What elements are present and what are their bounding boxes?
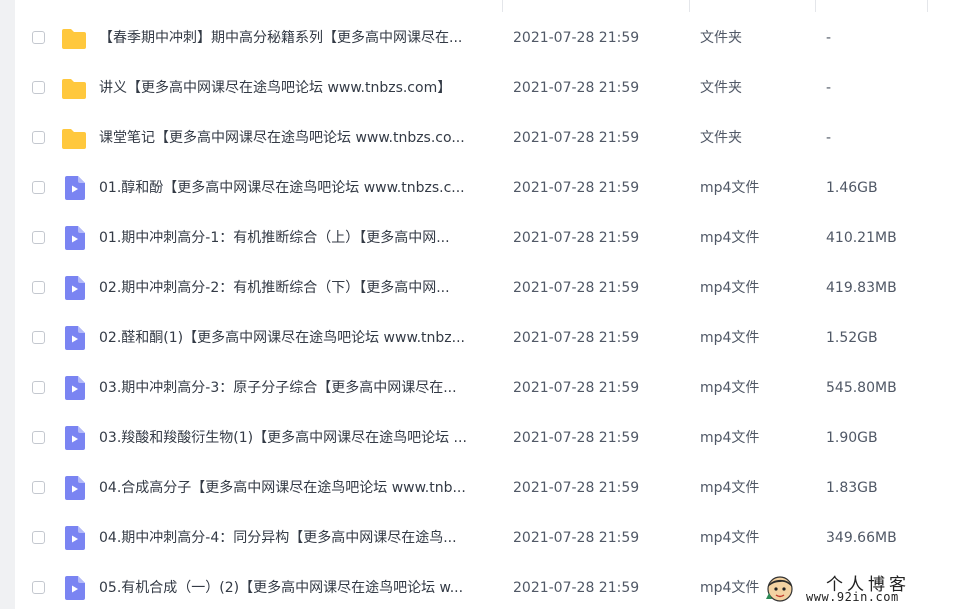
folder-icon: [62, 129, 86, 149]
file-date: 2021-07-28 21:59: [513, 530, 640, 546]
row-checkbox[interactable]: [32, 131, 45, 144]
file-type: mp4文件: [700, 280, 760, 296]
file-list-panel: 【春季期中冲刺】期中高分秘籍系列【更多高中网课尽在... 2021-07-28 …: [15, 0, 957, 609]
file-name[interactable]: 01.醇和酚【更多高中网课尽在途鸟吧论坛 www.tnbzs.c...: [99, 163, 489, 213]
file-date: 2021-07-28 21:59: [513, 280, 640, 296]
file-type: mp4文件: [700, 430, 760, 446]
file-type: mp4文件: [700, 530, 760, 546]
file-size: 419.83MB: [826, 280, 897, 296]
row-checkbox[interactable]: [32, 581, 45, 594]
file-date: 2021-07-28 21:59: [513, 430, 640, 446]
file-date: 2021-07-28 21:59: [513, 130, 640, 146]
file-date: 2021-07-28 21:59: [513, 330, 640, 346]
video-file-icon: [65, 276, 85, 300]
file-date: 2021-07-28 21:59: [513, 580, 640, 596]
file-size: -: [826, 30, 832, 46]
file-type: 文件夹: [700, 80, 742, 96]
video-file-icon: [65, 326, 85, 350]
file-type: mp4文件: [700, 330, 760, 346]
file-row[interactable]: 04.期中冲刺高分-4：同分异构【更多高中网课尽在途鸟... 2021-07-2…: [15, 513, 957, 563]
video-file-icon: [65, 376, 85, 400]
column-separator[interactable]: [689, 0, 690, 12]
column-separator[interactable]: [815, 0, 816, 12]
row-checkbox[interactable]: [32, 81, 45, 94]
file-size: 1.83GB: [826, 480, 878, 496]
file-type: 文件夹: [700, 130, 742, 146]
file-size: 1.90GB: [826, 430, 878, 446]
file-date: 2021-07-28 21:59: [513, 380, 640, 396]
file-size: 410.21MB: [826, 230, 897, 246]
file-type: mp4文件: [700, 380, 760, 396]
file-name[interactable]: 03.羧酸和羧酸衍生物(1)【更多高中网课尽在途鸟吧论坛 ...: [99, 413, 489, 463]
cartoon-face-icon: [766, 576, 793, 602]
file-size: 545.80MB: [826, 380, 897, 396]
file-date: 2021-07-28 21:59: [513, 30, 640, 46]
file-row[interactable]: 【春季期中冲刺】期中高分秘籍系列【更多高中网课尽在... 2021-07-28 …: [15, 13, 957, 63]
row-checkbox[interactable]: [32, 231, 45, 244]
video-file-icon: [65, 176, 85, 200]
file-date: 2021-07-28 21:59: [513, 180, 640, 196]
file-name[interactable]: 01.期中冲刺高分-1：有机推断综合（上）【更多高中网...: [99, 213, 489, 263]
file-size: 1.52GB: [826, 330, 878, 346]
blog-watermark: 个人博客 www.92in.com: [760, 570, 957, 609]
row-checkbox[interactable]: [32, 331, 45, 344]
file-row[interactable]: 04.合成高分子【更多高中网课尽在途鸟吧论坛 www.tnb... 2021-0…: [15, 463, 957, 513]
video-file-icon: [65, 226, 85, 250]
file-list: 【春季期中冲刺】期中高分秘籍系列【更多高中网课尽在... 2021-07-28 …: [15, 13, 957, 609]
file-type: mp4文件: [700, 230, 760, 246]
file-type: 文件夹: [700, 30, 742, 46]
file-size: -: [826, 80, 832, 96]
file-date: 2021-07-28 21:59: [513, 80, 640, 96]
file-type: mp4文件: [700, 180, 760, 196]
row-checkbox[interactable]: [32, 481, 45, 494]
file-row[interactable]: 01.期中冲刺高分-1：有机推断综合（上）【更多高中网... 2021-07-2…: [15, 213, 957, 263]
file-type: mp4文件: [700, 580, 760, 596]
row-checkbox[interactable]: [32, 431, 45, 444]
video-file-icon: [65, 576, 85, 600]
file-name[interactable]: 课堂笔记【更多高中网课尽在途鸟吧论坛 www.tnbzs.co...: [99, 113, 489, 163]
row-checkbox[interactable]: [32, 31, 45, 44]
file-row[interactable]: 02.期中冲刺高分-2：有机推断综合（下）【更多高中网... 2021-07-2…: [15, 263, 957, 313]
column-separator[interactable]: [502, 0, 503, 12]
file-size: 349.66MB: [826, 530, 897, 546]
file-name[interactable]: 04.合成高分子【更多高中网课尽在途鸟吧论坛 www.tnb...: [99, 463, 489, 513]
file-size: 1.46GB: [826, 180, 878, 196]
column-separator[interactable]: [927, 0, 928, 12]
video-file-icon: [65, 526, 85, 550]
file-date: 2021-07-28 21:59: [513, 480, 640, 496]
file-row[interactable]: 02.醛和酮(1)【更多高中网课尽在途鸟吧论坛 www.tnbz... 2021…: [15, 313, 957, 363]
file-date: 2021-07-28 21:59: [513, 230, 640, 246]
file-name[interactable]: 讲义【更多高中网课尽在途鸟吧论坛 www.tnbzs.com】: [99, 63, 489, 113]
file-row[interactable]: 03.羧酸和羧酸衍生物(1)【更多高中网课尽在途鸟吧论坛 ... 2021-07…: [15, 413, 957, 463]
file-name[interactable]: 05.有机合成（一）(2)【更多高中网课尽在途鸟吧论坛 w...: [99, 563, 489, 609]
file-name[interactable]: 02.醛和酮(1)【更多高中网课尽在途鸟吧论坛 www.tnbz...: [99, 313, 489, 363]
folder-icon: [62, 79, 86, 99]
file-row[interactable]: 课堂笔记【更多高中网课尽在途鸟吧论坛 www.tnbzs.co... 2021-…: [15, 113, 957, 163]
folder-icon: [62, 29, 86, 49]
file-name[interactable]: 02.期中冲刺高分-2：有机推断综合（下）【更多高中网...: [99, 263, 489, 313]
file-row[interactable]: 01.醇和酚【更多高中网课尽在途鸟吧论坛 www.tnbzs.c... 2021…: [15, 163, 957, 213]
row-checkbox[interactable]: [32, 381, 45, 394]
row-checkbox[interactable]: [32, 531, 45, 544]
watermark-url: www.92in.com: [806, 590, 899, 604]
file-row[interactable]: 03.期中冲刺高分-3：原子分子综合【更多高中网课尽在... 2021-07-2…: [15, 363, 957, 413]
file-name[interactable]: 【春季期中冲刺】期中高分秘籍系列【更多高中网课尽在...: [99, 13, 489, 63]
video-file-icon: [65, 476, 85, 500]
video-file-icon: [65, 426, 85, 450]
file-size: -: [826, 130, 832, 146]
row-checkbox[interactable]: [32, 281, 45, 294]
file-name[interactable]: 04.期中冲刺高分-4：同分异构【更多高中网课尽在途鸟...: [99, 513, 489, 563]
file-type: mp4文件: [700, 480, 760, 496]
row-checkbox[interactable]: [32, 181, 45, 194]
file-row[interactable]: 讲义【更多高中网课尽在途鸟吧论坛 www.tnbzs.com】 2021-07-…: [15, 63, 957, 113]
file-name[interactable]: 03.期中冲刺高分-3：原子分子综合【更多高中网课尽在...: [99, 363, 489, 413]
